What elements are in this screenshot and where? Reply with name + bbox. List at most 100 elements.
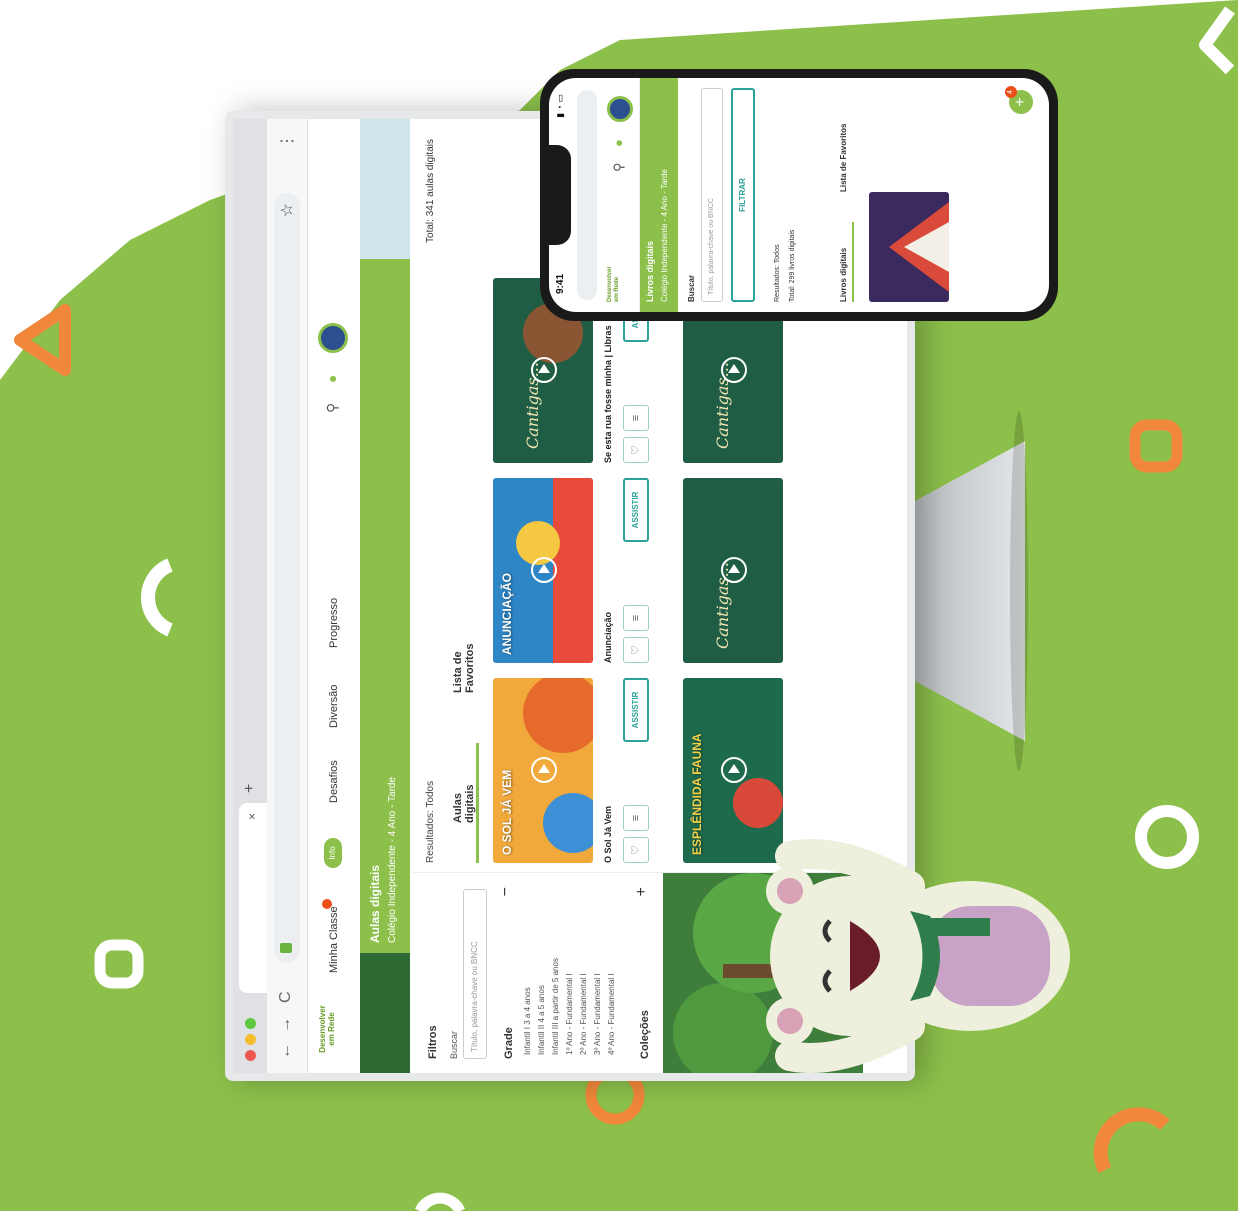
site-logo[interactable]: Desenvolver em Rede — [318, 999, 336, 1059]
phone-search-icon[interactable]: ⚲ — [611, 162, 627, 172]
grade-option[interactable]: Infantil II 4 a 5 anos — [537, 985, 546, 1055]
phone-results-text: Resultados: Todos — [774, 244, 781, 302]
grade-option[interactable]: Infantil III a partir de 5 anos — [551, 958, 560, 1055]
phone-search-input[interactable]: Título, palavra-chave ou BNCC — [701, 88, 723, 302]
list-icon[interactable]: ≡ — [623, 805, 649, 831]
tab-aulas-digitais[interactable]: Aulas digitais — [452, 784, 476, 823]
forward-arrow-icon[interactable]: → — [277, 1017, 295, 1033]
browser-menu-icon[interactable]: ⋮ — [277, 133, 297, 149]
banner-subtitle: Colégio Independente - 4 Ano - Tarde — [387, 776, 398, 943]
phone-address-bar[interactable] — [577, 90, 597, 300]
grade-option[interactable]: 4º Ano - Fundamental I — [607, 973, 616, 1055]
nav-desafios[interactable]: Desafios — [328, 760, 340, 803]
phone-tab-favoritos[interactable]: Lista de Favoritos — [839, 124, 848, 192]
nav-minha-classe[interactable]: Minha Classe — [328, 906, 340, 973]
grade-title: Grade — [503, 1027, 515, 1059]
grade-option[interactable]: 1º Ano - Fundamental I — [565, 973, 574, 1055]
play-icon[interactable] — [721, 757, 747, 783]
nav-diversao[interactable]: Diversão — [328, 685, 340, 728]
favorite-heart-icon[interactable]: ♡ — [623, 637, 649, 663]
search-label: Buscar — [449, 1030, 459, 1059]
new-tab-button[interactable]: + — [241, 784, 259, 793]
phone-chat-icon[interactable]: ● — [611, 139, 626, 147]
reload-icon[interactable]: C — [277, 991, 295, 1003]
nav-progresso[interactable]: Progresso — [328, 598, 340, 648]
banner-tree-image — [360, 953, 410, 1073]
list-icon[interactable]: ≡ — [623, 605, 649, 631]
page-banner: Aulas digitais Colégio Independente - 4 … — [360, 119, 410, 1073]
phone-book-thumbnail[interactable] — [869, 192, 949, 302]
phone-tab-livros[interactable]: Livros digitais — [839, 248, 848, 302]
grade-option[interactable]: 3º Ano - Fundamental I — [593, 973, 602, 1055]
play-icon[interactable] — [721, 357, 747, 383]
lesson-title: Se esta rua fosse minha | Libras — [603, 325, 613, 463]
lesson-thumbnail[interactable]: ANUNCIAÇÃO — [493, 478, 593, 663]
marketing-stage: × + ← → C ☆ ⋮ Desenvolver em Rede Minha … — [0, 0, 1238, 1211]
collections-expand-icon[interactable]: + — [633, 887, 651, 896]
watch-button[interactable]: ASSISTIR — [623, 678, 649, 742]
maximize-window-dot[interactable] — [245, 1018, 256, 1029]
bookmark-star-icon[interactable]: ☆ — [277, 203, 297, 217]
play-icon[interactable] — [531, 757, 557, 783]
tab-lista-favoritos[interactable]: Lista de Favoritos — [452, 643, 476, 693]
play-icon[interactable] — [531, 357, 557, 383]
phone-user-avatar[interactable] — [607, 96, 633, 122]
lesson-thumbnail[interactable]: O SOL JÁ VEM — [493, 678, 593, 863]
phone-filter-button[interactable]: FILTRAR — [731, 88, 755, 302]
address-bar[interactable]: ☆ — [274, 193, 300, 963]
active-tab-underline — [476, 743, 479, 863]
lock-icon — [280, 943, 292, 953]
stand-shadow — [1010, 411, 1028, 771]
phone-site-logo[interactable]: Desenvolver em Rede — [607, 258, 621, 302]
grade-option[interactable]: Infantil I 3 a 4 anos — [523, 987, 532, 1055]
nav-info-pill[interactable]: Info — [324, 838, 342, 868]
favorite-heart-icon[interactable]: ♡ — [623, 437, 649, 463]
bear-mascot-illustration — [766, 839, 1070, 1073]
monitor-stand — [915, 441, 1025, 741]
lesson-thumbnail[interactable]: Cantigas... — [683, 478, 783, 663]
close-window-dot[interactable] — [245, 1050, 256, 1061]
tab-close-icon[interactable]: × — [245, 813, 259, 820]
filters-title: Filtros — [427, 1025, 439, 1059]
phone-banner-subtitle: Colégio Independente - 4 Ano - Tarde — [660, 169, 669, 302]
chat-icon[interactable]: ● — [324, 375, 340, 383]
lesson-title: O Sol Já Vem — [603, 805, 613, 863]
lesson-title: Anunciação — [603, 611, 613, 663]
user-avatar[interactable] — [318, 323, 348, 353]
search-input[interactable]: Título, palavra-chave ou BNCC — [463, 889, 487, 1059]
favorite-heart-icon[interactable]: ♡ — [623, 837, 649, 863]
results-total-text: Total: 341 aulas digitais — [425, 139, 436, 243]
search-icon[interactable]: ⚲ — [324, 403, 341, 413]
minha-classe-badge — [322, 899, 332, 909]
results-filter-text: Resultados: Todos — [425, 780, 436, 863]
banner-park-image — [360, 119, 410, 259]
browser-nav-bar: ← → C ☆ ⋮ — [267, 119, 308, 1073]
lesson-actions: ♡ ≡ ASSISTIR — [623, 678, 649, 863]
lesson-actions: ♡ ≡ ASSISTIR — [623, 478, 649, 663]
phone-clock: 9:41 — [555, 273, 566, 294]
browser-tab-bar: × + — [233, 119, 267, 1073]
watch-button[interactable]: ASSISTIR — [623, 478, 649, 542]
thumbnail-title: O SOL JÁ VEM — [500, 769, 514, 855]
grade-collapse-icon[interactable]: − — [497, 887, 515, 896]
phone-total-text: Total: 299 livros digitais — [789, 229, 796, 302]
play-icon[interactable] — [721, 557, 747, 583]
phone-banner-title: Livros digitais — [645, 240, 655, 302]
play-icon[interactable] — [531, 557, 557, 583]
grade-option[interactable]: 2º Ano - Fundamental I — [579, 973, 588, 1055]
minimize-window-dot[interactable] — [245, 1034, 256, 1045]
rotated-scene: × + ← → C ☆ ⋮ Desenvolver em Rede Minha … — [0, 0, 1238, 1211]
phone-site-header: Desenvolver em Rede ⚲ ● — [601, 78, 640, 312]
site-header: Desenvolver em Rede Minha Classe Info De… — [308, 119, 361, 1073]
book-cover-art — [889, 202, 949, 292]
phone-fab-badge: 4 — [1005, 86, 1017, 98]
phone-search-label: Buscar — [687, 274, 696, 302]
thumbnail-title: ANUNCIAÇÃO — [500, 573, 514, 655]
phone-banner: Livros digitais Colégio Independente - 4… — [640, 78, 678, 312]
phone-notch — [549, 145, 571, 245]
browser-tab[interactable]: × — [239, 803, 267, 993]
back-arrow-icon[interactable]: ← — [277, 1043, 295, 1059]
phone-screen: 9:41 ▮ ◔ ▭ Desenvolver em Rede ⚲ ● Livro… — [549, 78, 1049, 312]
phone-active-tab-underline — [852, 222, 854, 302]
list-icon[interactable]: ≡ — [623, 405, 649, 431]
